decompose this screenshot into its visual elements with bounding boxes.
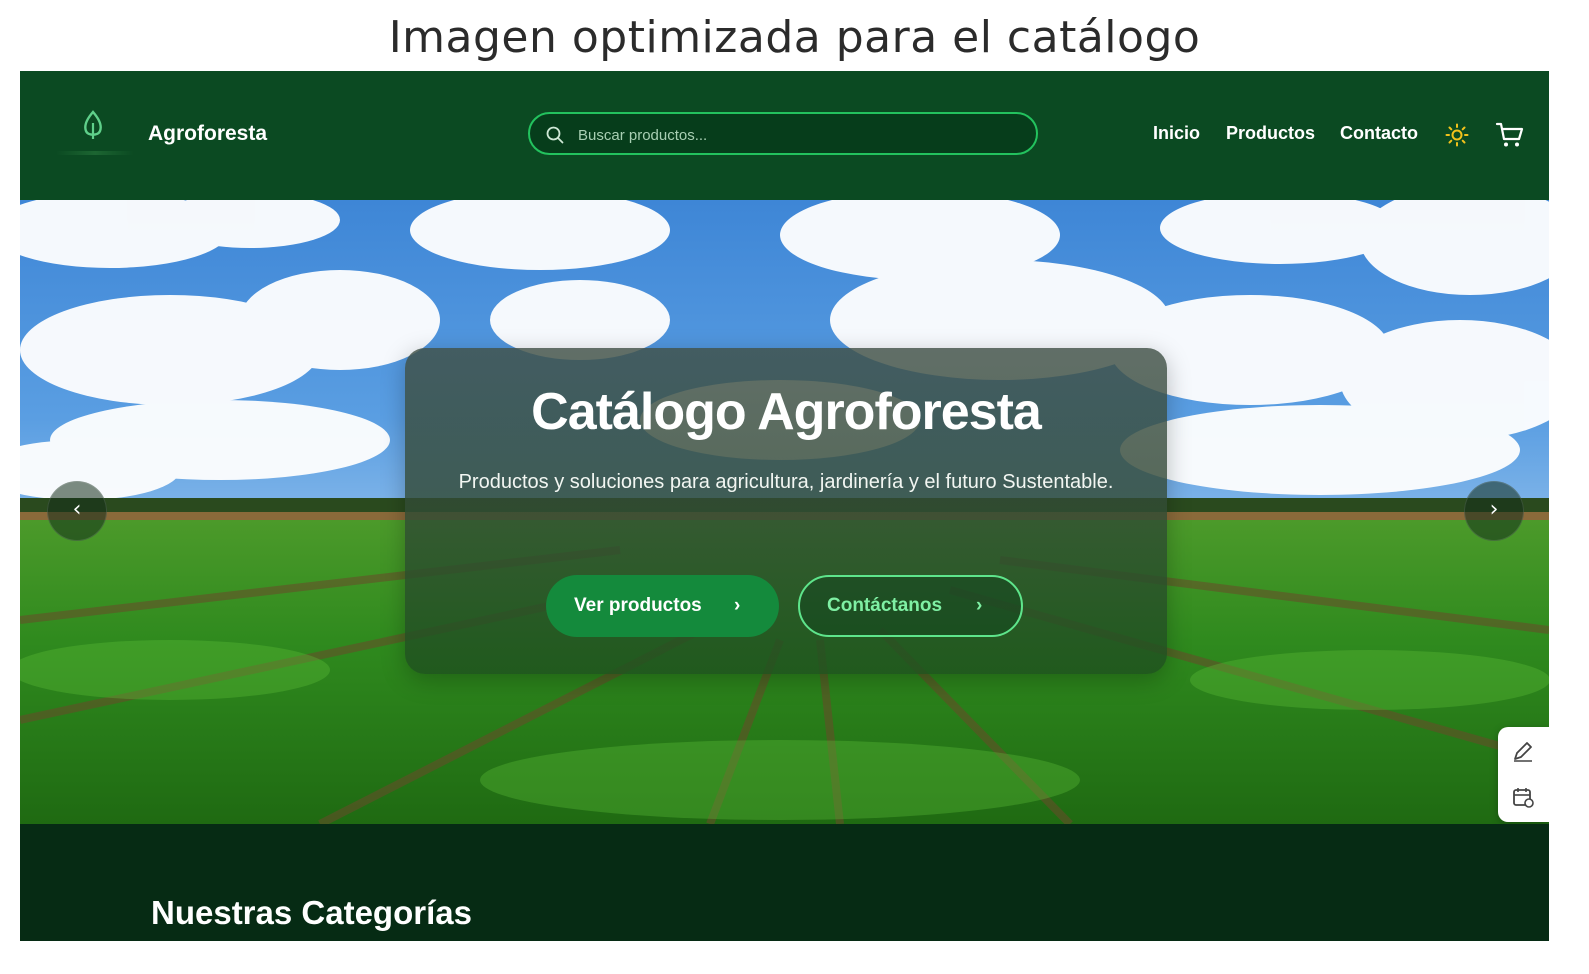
- nav-productos[interactable]: Productos: [1226, 123, 1315, 144]
- hero-card: Catálogo Agroforesta Productos y solucio…: [405, 348, 1167, 674]
- calendar-icon[interactable]: [1511, 785, 1535, 809]
- cart-icon[interactable]: [1495, 121, 1525, 149]
- browser-viewport: Agroforesta Inicio Productos Contacto: [20, 71, 1549, 941]
- sun-icon[interactable]: [1445, 123, 1469, 147]
- ver-productos-button[interactable]: Ver productos ›: [546, 575, 779, 637]
- site-header: Agroforesta Inicio Productos Contacto: [20, 71, 1549, 200]
- floating-toolbar: [1498, 727, 1549, 822]
- figure-title: Imagen optimizada para el catálogo: [388, 12, 1201, 63]
- ver-productos-label: Ver productos: [574, 595, 702, 616]
- chevron-right-icon: ›: [976, 595, 983, 616]
- edit-icon[interactable]: [1511, 739, 1535, 763]
- hero-subtitle: Productos y soluciones para agricultura,…: [458, 471, 1114, 493]
- hero-title: Catálogo Agroforesta: [531, 383, 1042, 441]
- categories-section: Nuestras Categorías: [20, 824, 1549, 941]
- nav-inicio[interactable]: Inicio: [1153, 123, 1200, 144]
- leaf-logo-icon[interactable]: [78, 109, 108, 143]
- search-icon[interactable]: [546, 126, 564, 144]
- contactanos-button[interactable]: Contáctanos ›: [798, 575, 1023, 637]
- brand-name[interactable]: Agroforesta: [148, 122, 267, 146]
- nav-contacto[interactable]: Contacto: [1340, 123, 1418, 144]
- carousel-next-button[interactable]: ›: [1464, 481, 1524, 541]
- search-bar[interactable]: [528, 112, 1038, 155]
- hero-banner: ‹ › Catálogo Agroforesta Productos y sol…: [20, 200, 1549, 824]
- carousel-prev-button[interactable]: ‹: [47, 481, 107, 541]
- contactanos-label: Contáctanos: [827, 595, 943, 616]
- categories-heading: Nuestras Categorías: [151, 894, 472, 931]
- chevron-right-icon: ›: [734, 595, 741, 616]
- search-input[interactable]: [576, 122, 1020, 148]
- logo-underline: [56, 151, 134, 155]
